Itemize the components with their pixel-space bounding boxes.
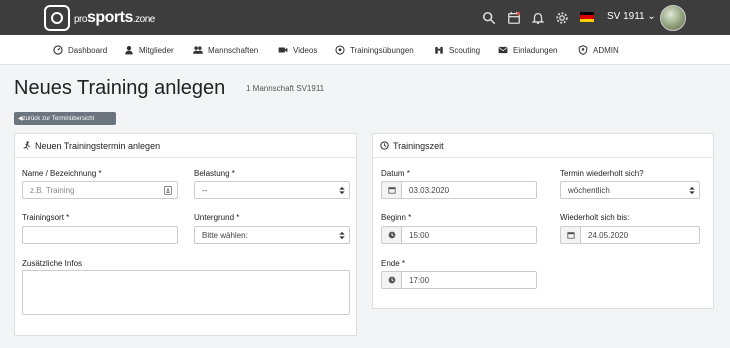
search-icon[interactable] [482,11,496,25]
wiederholt-label: Termin wiederholt sich? [560,169,644,178]
users-icon [193,46,203,54]
german-flag-icon[interactable] [580,12,594,22]
calendar-icon [387,187,396,194]
ende-input[interactable]: 17:00 [401,271,537,289]
top-bar: prosports.zone SV 1911 ⌄ [0,0,730,35]
nav-label: Scouting [449,45,481,55]
training-time-card: Trainingszeit Datum * 03.03.2020 Termin … [372,133,714,309]
nav-item-mitglieder[interactable]: Mitglieder [124,44,174,56]
contact-card-icon [164,186,172,195]
nav-item-trainingsuebungen[interactable]: Trainingsübungen [335,44,414,56]
calendar-addon [381,181,401,199]
nav-item-scouting[interactable]: Scouting [434,44,480,56]
calendar-icon[interactable] [507,11,521,25]
calendar-addon [560,226,580,244]
user-icon [125,45,133,55]
trainingsort-label: Trainingsort * [22,213,70,222]
datum-input[interactable]: 03.03.2020 [401,181,537,199]
nav-label: Mannschaften [208,45,259,55]
beginn-label: Beginn * [381,213,412,222]
training-details-card: Neuen Trainingstermin anlegen Name / Bez… [14,133,357,336]
page-title: Neues Training anlegen [14,77,226,99]
page-subtitle: 1 Mannschaft SV1911 [246,84,325,93]
dashboard-icon [53,45,63,55]
datum-label: Datum * [381,169,410,178]
nav-label: ADMIN [593,45,619,55]
beginn-input[interactable]: 15:00 [401,226,537,244]
gear-icon[interactable] [555,11,569,25]
video-icon [278,47,288,53]
clock-addon [381,226,401,244]
wiederholt-select[interactable]: wöchentlich [560,181,700,199]
clock-icon [388,276,395,284]
infos-textarea[interactable] [22,270,350,315]
logo-text: prosports.zone [74,9,155,26]
select-arrows-icon [689,186,695,195]
nav-item-dashboard[interactable]: Dashboard [53,44,107,56]
untergrund-select[interactable]: Bitte wählen: [194,226,350,244]
soccer-ball-icon [335,45,345,55]
card-header: Trainingszeit [373,134,713,158]
nav-label: Videos [293,45,318,55]
logo-badge-icon [44,5,70,31]
avatar[interactable] [660,5,686,31]
trainingsort-input[interactable] [22,226,178,244]
ende-label: Ende * [381,259,406,268]
back-to-overview-button[interactable]: ◀ zurück zur Terminübersicht [14,112,116,125]
nav-item-admin[interactable]: ADMIN [578,44,619,56]
app-logo[interactable]: prosports.zone [44,5,155,31]
clock-icon [388,231,395,239]
chevron-down-icon: ⌄ [647,11,656,22]
infos-label: Zusätzliche Infos [22,259,83,268]
envelope-icon [498,46,508,54]
nav-item-videos[interactable]: Videos [278,44,317,56]
calendar-icon [566,232,575,239]
nav-label: Mitglieder [139,45,174,55]
main-nav: Dashboard Mitglieder Mannschaften Videos… [0,35,730,65]
select-arrows-icon [339,186,345,195]
nav-item-einladungen[interactable]: Einladungen [498,44,557,56]
card-header: Neuen Trainingstermin anlegen [15,134,356,158]
nav-label: Dashboard [68,45,108,55]
bell-icon[interactable] [531,11,545,25]
running-icon [23,141,31,150]
clock-icon [380,141,389,150]
nav-label: Trainingsübungen [350,45,414,55]
wiederholt-bis-label: Wiederholt sich bis: [560,213,630,222]
select-arrows-icon [339,231,345,240]
name-label: Name / Bezeichnung * [22,169,102,178]
untergrund-label: Untergrund * [194,213,240,222]
nav-item-mannschaften[interactable]: Mannschaften [193,44,258,56]
nav-label: Einladungen [513,45,558,55]
name-input[interactable]: z.B. Training [22,181,178,199]
clock-addon [381,271,401,289]
belastung-label: Belastung * [194,169,235,178]
binoculars-icon [435,46,443,54]
belastung-select[interactable]: -- [194,181,350,199]
wiederholt-bis-input[interactable]: 24.05.2020 [580,226,700,244]
club-selector[interactable]: SV 1911 ⌄ [607,11,656,22]
admin-icon [578,45,588,55]
